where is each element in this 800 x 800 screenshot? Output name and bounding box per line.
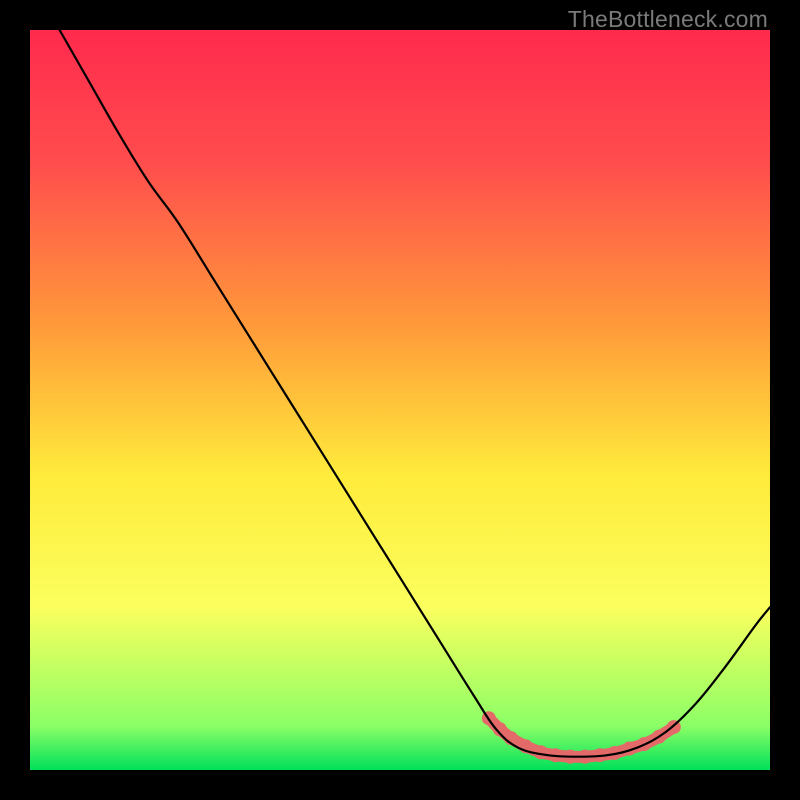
watermark-text: TheBottleneck.com: [568, 6, 768, 33]
chart-frame: [30, 30, 770, 770]
gradient-background: [30, 30, 770, 770]
bottleneck-curve-chart: [30, 30, 770, 770]
